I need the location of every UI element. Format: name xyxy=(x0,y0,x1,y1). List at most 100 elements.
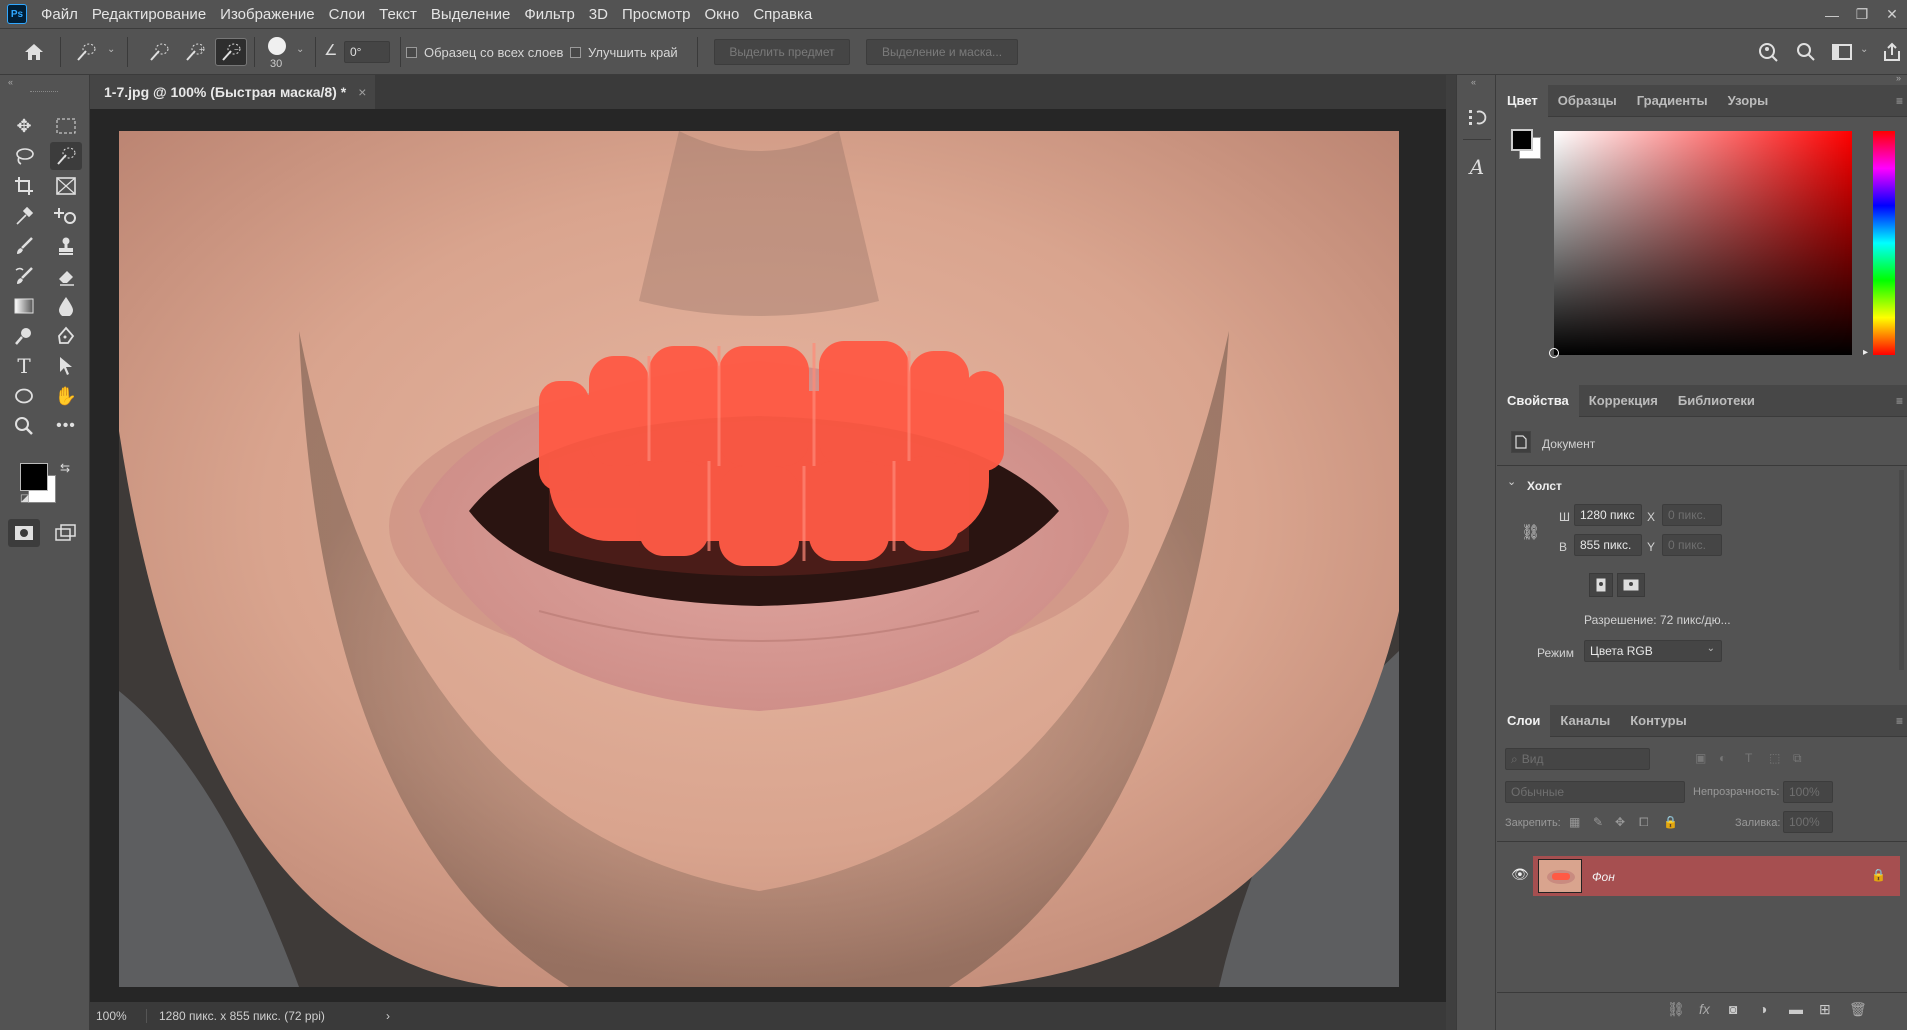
filter-type-icon[interactable]: T xyxy=(1745,751,1752,765)
learn-icon[interactable] xyxy=(1752,38,1784,66)
filter-adjustment-icon[interactable]: ◐ xyxy=(1719,751,1726,765)
fill-input[interactable]: 100% xyxy=(1783,811,1833,833)
color-picker-marker[interactable] xyxy=(1549,348,1559,358)
hand-tool-icon[interactable]: ✋ xyxy=(50,382,82,410)
frame-tool-icon[interactable] xyxy=(50,172,82,200)
new-selection-icon[interactable] xyxy=(143,38,175,66)
x-input[interactable]: 0 пикс. xyxy=(1662,504,1722,526)
enhance-edge-checkbox[interactable]: Улучшить край xyxy=(570,45,678,60)
home-icon[interactable] xyxy=(18,38,50,66)
type-tool-icon[interactable]: T xyxy=(8,352,40,380)
hue-slider-arrow-icon[interactable]: ▸ xyxy=(1863,347,1868,358)
quick-mask-icon[interactable] xyxy=(8,519,40,547)
lock-position-icon[interactable]: ✥ xyxy=(1615,815,1625,829)
workspace-icon[interactable] xyxy=(1826,38,1858,66)
dodge-tool-icon[interactable] xyxy=(8,322,40,350)
color-field[interactable] xyxy=(1554,131,1852,355)
link-icon[interactable]: ⛓ xyxy=(1521,523,1540,541)
select-subject-button[interactable]: Выделить предмет xyxy=(714,39,850,65)
filter-shape-icon[interactable]: ⬚ xyxy=(1769,751,1780,765)
layers-menu-icon[interactable]: ≡ xyxy=(1896,714,1903,728)
eraser-tool-icon[interactable] xyxy=(50,262,82,290)
lasso-tool-icon[interactable] xyxy=(8,142,40,170)
path-selection-tool-icon[interactable] xyxy=(50,352,82,380)
portrait-orientation-icon[interactable] xyxy=(1589,573,1613,597)
angle-input[interactable]: 0° xyxy=(344,41,390,63)
tab-properties[interactable]: Свойства xyxy=(1497,384,1579,417)
filter-smart-object-icon[interactable]: ⧉ xyxy=(1793,751,1802,766)
color-mode-select[interactable]: Цвета RGB ⌄ xyxy=(1584,640,1722,662)
history-panel-icon[interactable] xyxy=(1463,103,1491,131)
tab-paths[interactable]: Контуры xyxy=(1620,705,1697,737)
opacity-input[interactable]: 100% xyxy=(1783,781,1833,803)
tab-libraries[interactable]: Библиотеки xyxy=(1668,385,1765,417)
move-tool-icon[interactable]: ✥ xyxy=(8,112,40,140)
blur-tool-icon[interactable] xyxy=(50,292,82,320)
tab-swatches[interactable]: Образцы xyxy=(1548,85,1627,117)
menu-select[interactable]: Выделение xyxy=(431,6,510,23)
lock-transparent-icon[interactable]: ▦ xyxy=(1569,815,1580,829)
color-foreground-swatch[interactable] xyxy=(1511,129,1533,151)
more-tools-icon[interactable]: ••• xyxy=(50,412,82,440)
tab-layers[interactable]: Слои xyxy=(1497,704,1551,737)
menu-view[interactable]: Просмотр xyxy=(622,6,691,23)
tab-adjustments[interactable]: Коррекция xyxy=(1579,385,1668,417)
add-mask-icon[interactable]: ◙ xyxy=(1729,1001,1737,1017)
menu-help[interactable]: Справка xyxy=(753,6,812,23)
layer-visibility-eye-icon[interactable]: 👁 xyxy=(1511,866,1529,883)
swap-colors-icon[interactable]: ⇆ xyxy=(60,461,70,475)
menu-file[interactable]: Файл xyxy=(41,6,78,23)
history-brush-tool-icon[interactable] xyxy=(8,262,40,290)
menu-3d[interactable]: 3D xyxy=(589,6,608,23)
eyedropper-tool-icon[interactable] xyxy=(8,202,40,230)
character-panel-icon[interactable]: A xyxy=(1463,153,1491,181)
restore-icon[interactable]: ❐ xyxy=(1847,0,1877,29)
lock-all-icon[interactable]: 🔒 xyxy=(1663,815,1678,829)
layer-style-icon[interactable]: fx xyxy=(1699,1001,1710,1017)
screen-mode-icon[interactable] xyxy=(50,519,82,547)
y-input[interactable]: 0 пикс. xyxy=(1662,534,1722,556)
pen-tool-icon[interactable] xyxy=(50,322,82,350)
landscape-orientation-icon[interactable] xyxy=(1617,573,1645,597)
quick-selection-preset-icon[interactable] xyxy=(70,38,102,66)
filter-pixel-icon[interactable]: ▣ xyxy=(1695,751,1706,765)
menu-type[interactable]: Текст xyxy=(379,6,417,23)
tab-color[interactable]: Цвет xyxy=(1497,84,1548,117)
menu-edit[interactable]: Редактирование xyxy=(92,6,206,23)
healing-brush-tool-icon[interactable] xyxy=(50,202,82,230)
layer-row-background[interactable] xyxy=(1533,856,1900,896)
menu-layers[interactable]: Слои xyxy=(329,6,365,23)
foreground-color-swatch[interactable] xyxy=(20,463,48,491)
close-tab-icon[interactable]: × xyxy=(358,84,366,100)
brush-size-preview-icon[interactable] xyxy=(268,37,286,55)
crop-tool-icon[interactable] xyxy=(8,172,40,200)
zoom-tool-icon[interactable] xyxy=(8,412,40,440)
collapse-toolbar-icon[interactable]: « xyxy=(8,77,13,87)
quick-selection-tool-icon[interactable] xyxy=(50,142,82,170)
stamp-tool-icon[interactable] xyxy=(50,232,82,260)
panel-menu-icon[interactable]: ≡ xyxy=(1896,94,1903,108)
brush-tool-icon[interactable] xyxy=(8,232,40,260)
gradient-tool-icon[interactable] xyxy=(8,292,40,320)
status-arrow-icon[interactable]: › xyxy=(376,1009,390,1023)
adjustment-layer-icon[interactable]: ◑ xyxy=(1759,1001,1767,1017)
close-icon[interactable]: ✕ xyxy=(1877,0,1907,29)
default-colors-icon[interactable]: ◪ xyxy=(20,493,29,504)
zoom-level[interactable]: 100% xyxy=(90,1009,140,1023)
layer-name[interactable]: Фон xyxy=(1592,870,1615,884)
brush-picker-chevron-icon[interactable]: ⌄ xyxy=(296,44,304,55)
chevron-down-icon[interactable]: ⌄ xyxy=(107,44,115,55)
blend-mode-select[interactable]: Обычные xyxy=(1505,781,1685,803)
add-to-selection-icon[interactable]: + xyxy=(179,38,211,66)
new-layer-icon[interactable]: ⊞ xyxy=(1819,1001,1831,1018)
toolbar-grip[interactable] xyxy=(30,91,58,93)
document-tab[interactable]: 1-7.jpg @ 100% (Быстрая маска/8) * × xyxy=(90,75,375,109)
tab-patterns[interactable]: Узоры xyxy=(1718,85,1779,117)
menu-image[interactable]: Изображение xyxy=(220,6,315,23)
height-input[interactable]: 855 пикс. xyxy=(1574,534,1642,556)
sample-all-layers-checkbox[interactable]: Образец со всех слоев xyxy=(406,45,563,60)
subtract-from-selection-icon[interactable]: − xyxy=(215,38,247,66)
lock-artboard-icon[interactable]: ⧠ xyxy=(1639,815,1649,830)
ellipse-tool-icon[interactable] xyxy=(8,382,40,410)
chevron-down-icon[interactable]: ⌄ xyxy=(1507,475,1516,488)
